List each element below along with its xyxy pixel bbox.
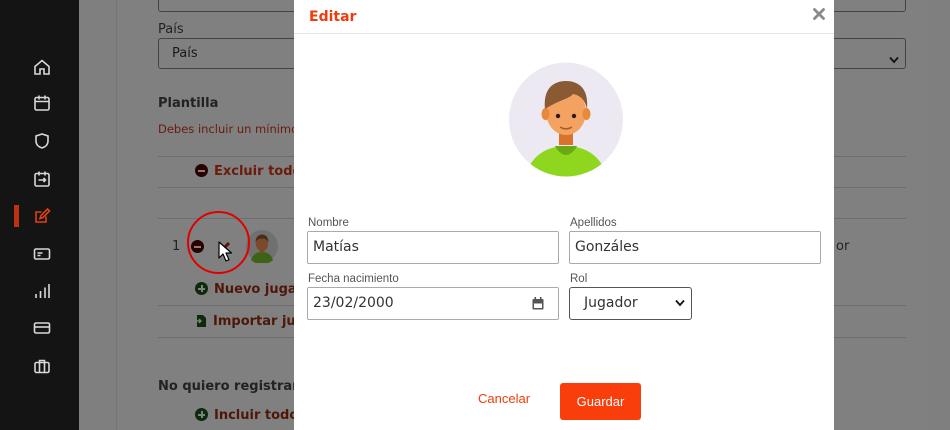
plus-circle-icon xyxy=(195,408,208,421)
shield-icon[interactable] xyxy=(33,132,51,150)
row-number: 1 xyxy=(172,239,181,254)
briefcase-icon[interactable] xyxy=(33,357,51,375)
rol-select-value: Jugador xyxy=(584,295,638,311)
home-icon[interactable] xyxy=(33,58,51,76)
new-player-link[interactable]: Nuevo jugad xyxy=(195,282,306,297)
bar-chart-icon[interactable] xyxy=(33,282,51,300)
rol-select[interactable]: Jugador xyxy=(569,287,692,320)
calendar-swap-icon[interactable] xyxy=(33,170,51,188)
edit-player-modal: Editar Nombre Matías Apellidos Gonzáles xyxy=(294,0,834,430)
chevron-down-icon xyxy=(675,299,685,307)
nombre-label: Nombre xyxy=(308,217,349,229)
plus-circle-icon xyxy=(195,282,208,295)
calendar-icon[interactable] xyxy=(532,297,544,310)
modal-header-divider xyxy=(294,33,834,34)
fecha-nacimiento-input[interactable]: 23/02/2000 xyxy=(307,287,559,320)
ticket-icon[interactable] xyxy=(33,245,51,263)
fecha-nacimiento-value: 23/02/2000 xyxy=(313,295,394,311)
player-avatar-icon xyxy=(245,229,279,265)
close-icon[interactable] xyxy=(812,7,826,21)
chevron-down-icon xyxy=(889,49,899,64)
cancel-button[interactable]: Cancelar xyxy=(478,391,530,406)
nombre-input[interactable]: Matías xyxy=(307,231,559,264)
modal-title: Editar xyxy=(309,9,357,25)
pais-select-value: País xyxy=(172,46,198,61)
apellidos-label: Apellidos xyxy=(570,217,617,229)
import-file-icon xyxy=(195,314,207,328)
plantilla-heading: Plantilla xyxy=(158,96,219,111)
warning-text: Debes incluir un mínimo d xyxy=(158,122,310,136)
include-all-label: Incluir todos xyxy=(214,408,307,423)
pais-label: País xyxy=(158,22,184,37)
fecha-nacimiento-label: Fecha nacimiento xyxy=(308,273,399,285)
row-right-partial: or xyxy=(836,239,850,254)
apellidos-input[interactable]: Gonzáles xyxy=(569,231,821,264)
active-nav-indicator xyxy=(14,205,19,227)
include-all-link[interactable]: Incluir todos xyxy=(195,408,306,423)
avatar-icon xyxy=(509,62,623,177)
minus-circle-icon xyxy=(195,164,208,177)
new-player-label: Nuevo jugad xyxy=(214,282,306,297)
mouse-cursor-icon xyxy=(218,241,232,263)
import-players-label: Importar jug xyxy=(213,314,305,329)
rol-label: Rol xyxy=(570,273,588,285)
import-players-link[interactable]: Importar jug xyxy=(195,314,305,329)
edit-icon[interactable] xyxy=(33,207,51,225)
exclude-all-link[interactable]: Excluir todos xyxy=(195,164,309,179)
sidebar xyxy=(0,0,79,430)
card-icon[interactable] xyxy=(33,319,51,337)
calendar-icon[interactable] xyxy=(33,94,51,112)
player-photo[interactable] xyxy=(505,59,627,180)
save-button[interactable]: Guardar xyxy=(560,383,641,420)
